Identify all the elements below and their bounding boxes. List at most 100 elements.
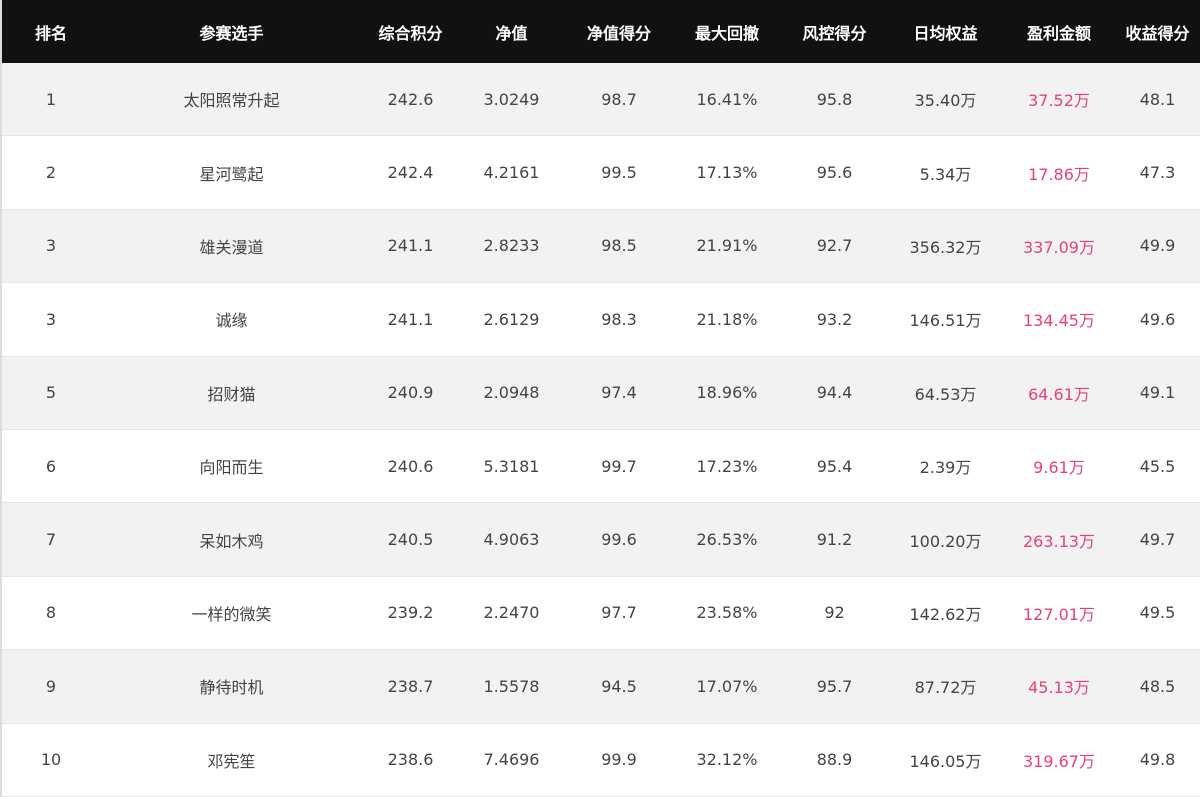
- max-drawdown-cell: 23.58%: [696, 603, 758, 623]
- risk-score-cell: 95.7: [816, 676, 853, 696]
- net-value-cell: 4.9063: [483, 530, 540, 550]
- rank-cell: 1: [45, 89, 57, 109]
- daily-equity-cell: 100.20万: [909, 531, 982, 551]
- table-row: 5 招财猫 240.9 2.0948 97.4 18.96% 94.4 64.53万 64.61…: [2, 356, 1200, 430]
- risk-score-cell: 95.6: [816, 163, 853, 183]
- rank-cell: 2: [45, 163, 57, 183]
- player-name-cell[interactable]: 静待时机: [100, 650, 363, 722]
- header-risk-score[interactable]: 风控得分: [781, 0, 888, 63]
- table-row: 3 雄关漫道 241.1 2.8233 98.5 21.91% 92.7 356.32万 337…: [2, 209, 1200, 284]
- player-name-cell[interactable]: 太阳照常升起: [100, 63, 363, 135]
- net-value-cell: 2.0948: [483, 383, 540, 403]
- ranking-table: 排名 参赛选手 综合积分 净值 净值得分 最大回撤 风控得分 日均权益 盈利金额…: [0, 0, 1200, 797]
- table-row: 1 太阳照常升起 242.6 3.0249 98.7 16.41% 95.8 35.40万 37…: [2, 63, 1200, 137]
- player-name-cell[interactable]: 邓宪笙: [100, 724, 363, 796]
- max-drawdown-cell: 17.23%: [696, 456, 758, 476]
- return-score-cell: 49.5: [1139, 603, 1176, 623]
- net-value-score-cell: 98.7: [601, 89, 637, 109]
- total-score-cell: 242.6: [387, 89, 434, 109]
- table-body: 1 太阳照常升起 242.6 3.0249 98.7 16.41% 95.8 35.40万 37…: [2, 63, 1200, 797]
- max-drawdown-cell: 16.41%: [696, 89, 758, 109]
- profit-amount-cell: 263.13万: [1023, 531, 1095, 551]
- return-score-cell: 49.9: [1139, 236, 1176, 256]
- table-row: 9 静待时机 238.7 1.5578 94.5 17.07% 95.7 87.72万 45.1…: [2, 650, 1200, 724]
- daily-equity-cell: 146.05万: [909, 751, 982, 771]
- net-value-score-cell: 94.5: [601, 676, 637, 696]
- net-value-cell: 7.4696: [483, 750, 540, 770]
- table-header: 排名 参赛选手 综合积分 净值 净值得分 最大回撤 风控得分 日均权益 盈利金额…: [2, 0, 1200, 63]
- header-return-score[interactable]: 收益得分: [1115, 0, 1200, 63]
- total-score-cell: 240.5: [387, 530, 434, 550]
- net-value-cell: 1.5578: [483, 676, 540, 696]
- risk-score-cell: 88.9: [816, 750, 853, 770]
- header-rank[interactable]: 排名: [2, 0, 100, 63]
- total-score-cell: 242.4: [387, 163, 434, 183]
- rank-cell: 5: [45, 383, 57, 403]
- rank-cell: 8: [45, 603, 57, 623]
- header-net-value[interactable]: 净值: [458, 0, 565, 63]
- max-drawdown-cell: 17.13%: [696, 163, 758, 183]
- daily-equity-cell: 5.34万: [919, 164, 972, 184]
- return-score-cell: 48.5: [1139, 676, 1176, 696]
- net-value-score-cell: 99.5: [601, 163, 637, 183]
- net-value-score-cell: 98.5: [601, 236, 637, 256]
- max-drawdown-cell: 18.96%: [696, 383, 758, 403]
- daily-equity-cell: 2.39万: [919, 458, 972, 478]
- total-score-cell: 241.1: [387, 309, 434, 329]
- rank-cell: 3: [45, 236, 57, 256]
- player-name-cell[interactable]: 一样的微笑: [100, 577, 363, 649]
- player-name-cell[interactable]: 星河鹭起: [100, 136, 363, 208]
- net-value-cell: 3.0249: [483, 89, 540, 109]
- profit-amount-cell: 127.01万: [1023, 604, 1095, 624]
- daily-equity-cell: 142.62万: [909, 604, 982, 624]
- total-score-cell: 239.2: [387, 603, 434, 623]
- table-row: 3 诚缘 241.1 2.6129 98.3 21.18% 93.2 146.51万 134.4…: [2, 283, 1200, 357]
- net-value-cell: 5.3181: [483, 456, 540, 476]
- rank-cell: 10: [40, 750, 62, 770]
- table-row: 10 邓宪笙 238.6 7.4696 99.9 32.12% 88.9 146.05万 319…: [2, 723, 1200, 797]
- header-net-value-score[interactable]: 净值得分: [565, 0, 673, 63]
- profit-amount-cell: 9.61万: [1033, 458, 1085, 478]
- risk-score-cell: 95.4: [816, 456, 853, 476]
- total-score-cell: 238.7: [387, 676, 434, 696]
- max-drawdown-cell: 32.12%: [696, 750, 758, 770]
- net-value-cell: 2.2470: [483, 603, 540, 623]
- header-daily-equity[interactable]: 日均权益: [888, 0, 1003, 63]
- rank-cell: 6: [45, 456, 57, 476]
- player-name-cell[interactable]: 雄关漫道: [100, 210, 363, 282]
- profit-amount-cell: 45.13万: [1028, 678, 1090, 698]
- profit-amount-cell: 37.52万: [1028, 91, 1090, 111]
- daily-equity-cell: 87.72万: [914, 678, 977, 698]
- rank-cell: 7: [45, 530, 57, 550]
- player-name-cell[interactable]: 呆如木鸡: [100, 503, 363, 575]
- header-player[interactable]: 参赛选手: [100, 0, 363, 63]
- max-drawdown-cell: 21.18%: [696, 309, 758, 329]
- net-value-score-cell: 99.6: [601, 530, 637, 550]
- profit-amount-cell: 134.45万: [1023, 311, 1095, 331]
- player-name-cell[interactable]: 招财猫: [100, 357, 363, 429]
- profit-amount-cell: 337.09万: [1023, 237, 1095, 257]
- return-score-cell: 49.8: [1139, 750, 1176, 770]
- return-score-cell: 49.7: [1139, 530, 1176, 550]
- return-score-cell: 49.6: [1139, 309, 1176, 329]
- total-score-cell: 238.6: [387, 750, 434, 770]
- header-total-score[interactable]: 综合积分: [363, 0, 458, 63]
- player-name-cell[interactable]: 向阳而生: [100, 430, 363, 502]
- return-score-cell: 49.1: [1139, 383, 1176, 403]
- daily-equity-cell: 35.40万: [914, 91, 977, 111]
- profit-amount-cell: 319.67万: [1023, 751, 1095, 771]
- net-value-score-cell: 98.3: [601, 309, 637, 329]
- risk-score-cell: 94.4: [816, 383, 853, 403]
- table-row: 2 星河鹭起 242.4 4.2161 99.5 17.13% 95.6 5.34万 17.86…: [2, 136, 1200, 210]
- daily-equity-cell: 356.32万: [909, 237, 982, 257]
- risk-score-cell: 91.2: [816, 530, 853, 550]
- header-max-drawdown[interactable]: 最大回撤: [673, 0, 781, 63]
- table-row: 6 向阳而生 240.6 5.3181 99.7 17.23% 95.4 2.39万 9.61万…: [2, 429, 1200, 504]
- net-value-score-cell: 97.7: [601, 603, 637, 623]
- player-name-cell[interactable]: 诚缘: [100, 283, 363, 355]
- rank-cell: 9: [45, 676, 57, 696]
- risk-score-cell: 92.7: [816, 236, 853, 256]
- max-drawdown-cell: 26.53%: [696, 530, 758, 550]
- header-profit[interactable]: 盈利金额: [1003, 0, 1115, 63]
- net-value-score-cell: 97.4: [601, 383, 637, 403]
